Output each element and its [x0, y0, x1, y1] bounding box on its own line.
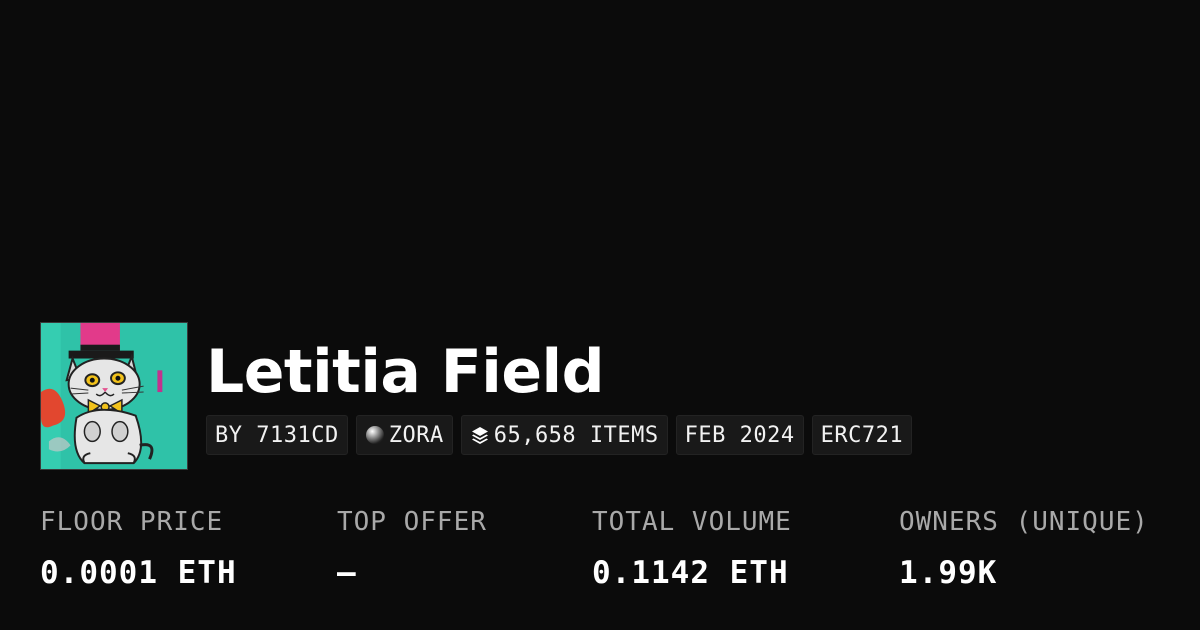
stat-top-offer: TOP OFFER —	[337, 505, 487, 591]
stat-value: 0.0001 ETH	[40, 555, 237, 591]
date-chip: FEB 2024	[675, 415, 804, 455]
stat-owners: OWNERS (UNIQUE) 1.99K	[899, 505, 1149, 591]
token-standard-label: ERC721	[820, 422, 904, 448]
layers-icon	[471, 427, 488, 444]
token-standard-chip: ERC721	[811, 415, 913, 455]
stat-label: TOP OFFER	[337, 507, 487, 537]
stat-label: FLOOR PRICE	[40, 507, 224, 537]
stat-total-volume: TOTAL VOLUME 0.1142 ETH	[592, 505, 792, 591]
zora-orb-icon	[365, 426, 384, 444]
cat-artwork-image	[41, 323, 187, 469]
items-chip[interactable]: 65,658 ITEMS	[460, 415, 668, 455]
stat-label: OWNERS (UNIQUE)	[899, 507, 1149, 537]
collection-thumbnail	[40, 322, 188, 470]
stat-value: 0.1142 ETH	[592, 555, 789, 591]
stat-floor-price: FLOOR PRICE 0.0001 ETH	[40, 505, 237, 591]
stat-value: 1.99K	[899, 555, 998, 591]
chain-chip[interactable]: ZORA	[355, 415, 453, 455]
date-label: FEB 2024	[684, 422, 795, 448]
collection-title: Letitia Field	[206, 337, 605, 407]
items-count-label: 65,658 ITEMS	[493, 422, 659, 448]
creator-chip[interactable]: BY 7131CD	[206, 415, 348, 455]
stat-label: TOTAL VOLUME	[592, 507, 792, 537]
collection-meta-chips: BY 7131CD ZORA 65,658 ITEMS FEB 2024 ERC…	[206, 415, 913, 455]
creator-label: BY 7131CD	[215, 422, 339, 448]
stat-value: —	[337, 555, 357, 591]
chain-label: ZORA	[388, 422, 444, 448]
collection-card: Letitia Field BY 7131CD ZORA 65,658 ITEM…	[0, 0, 1200, 630]
